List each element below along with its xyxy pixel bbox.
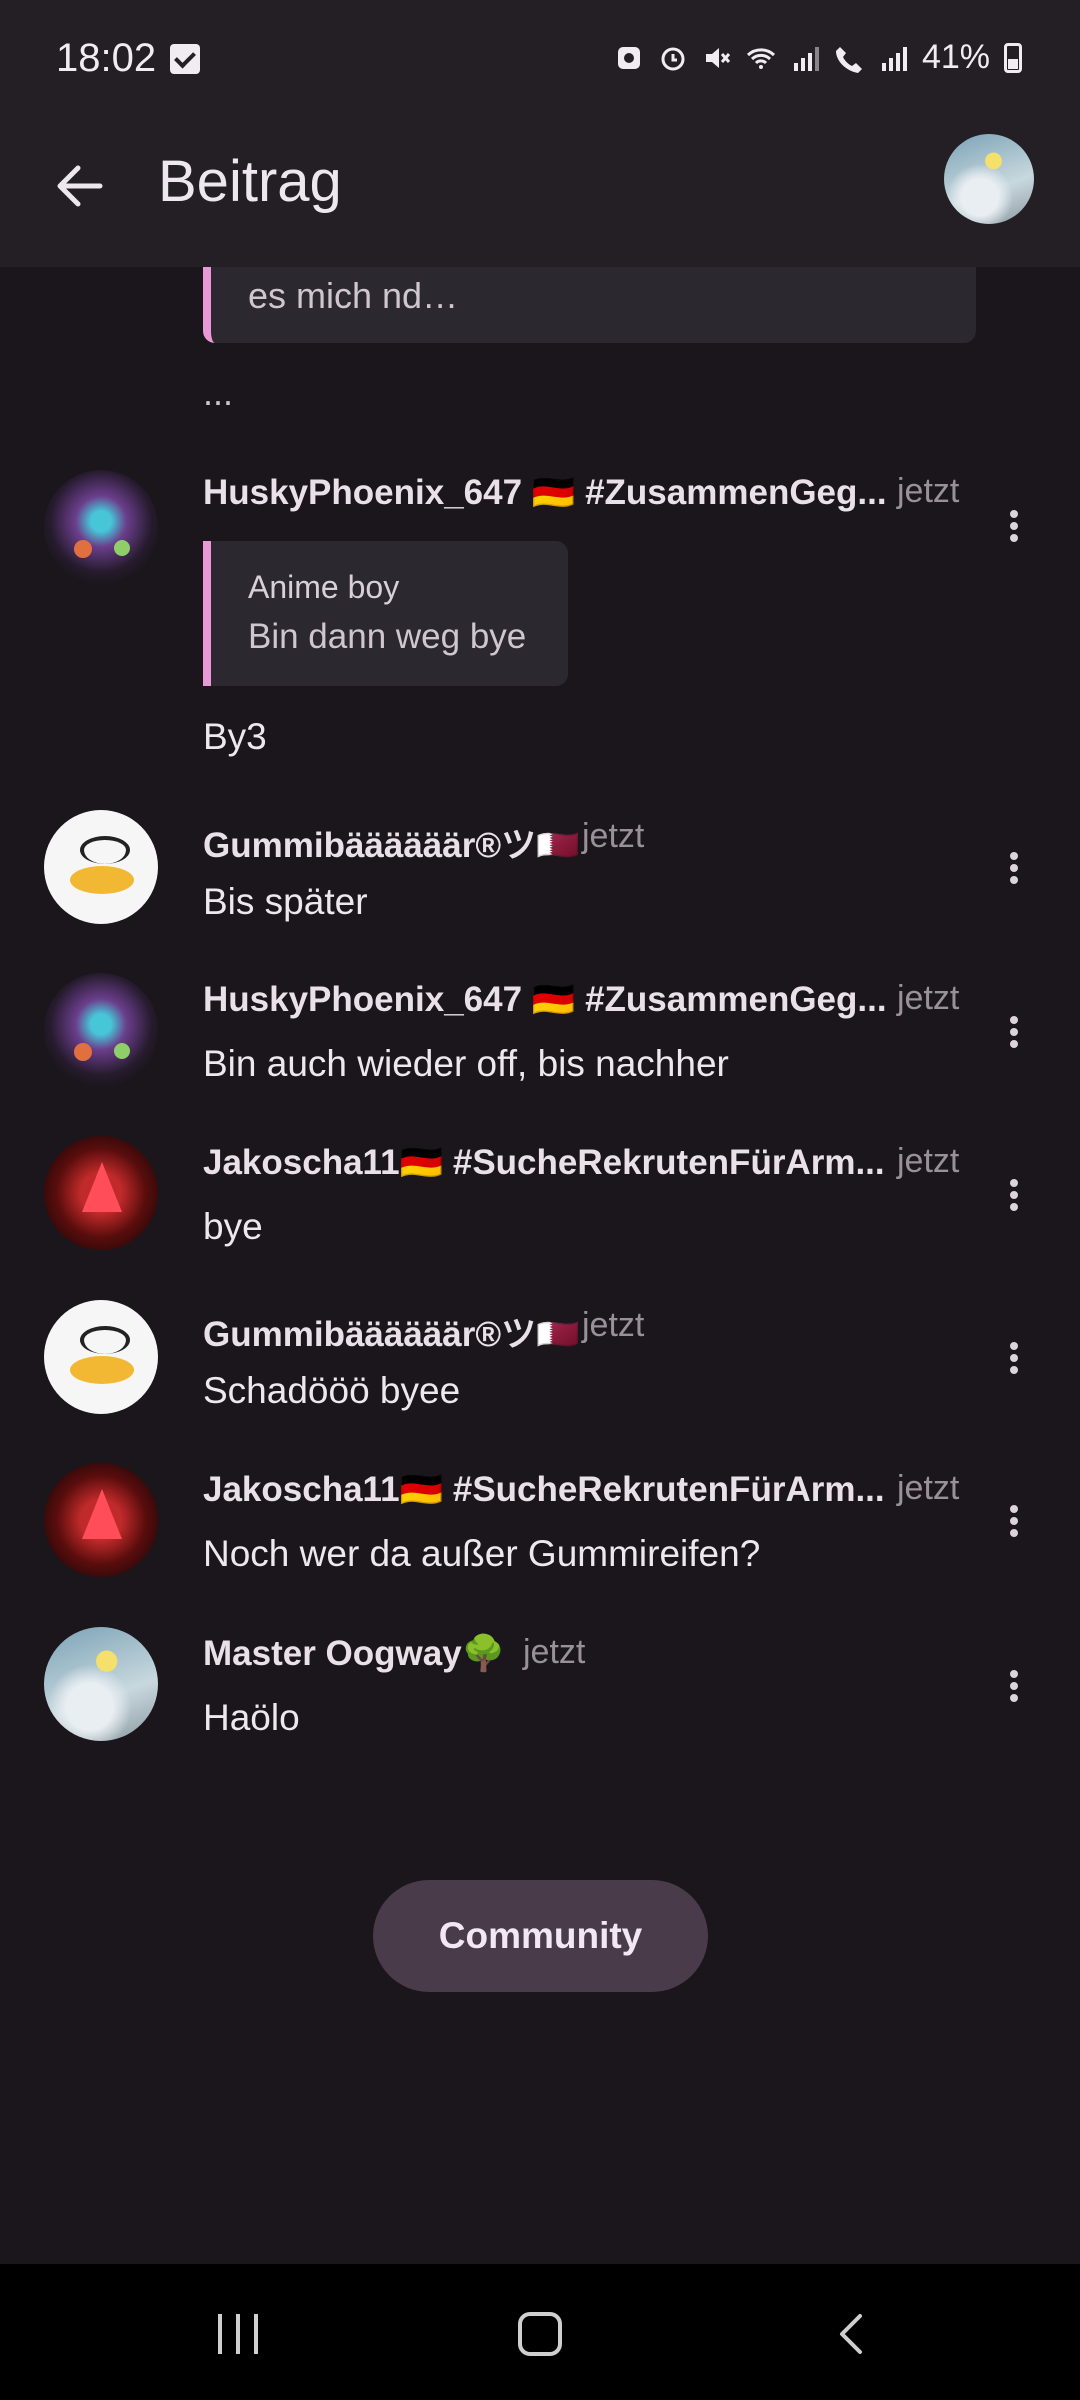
- more-vert-icon[interactable]: [996, 1002, 1032, 1062]
- user-avatar[interactable]: [44, 973, 158, 1087]
- message-text: Schadööö byee: [203, 1370, 461, 1411]
- system-nav-bar: [0, 2264, 1080, 2400]
- mute-icon: [705, 47, 731, 68]
- message-time: jetzt: [582, 1306, 645, 1344]
- message-time: jetzt: [897, 1142, 960, 1180]
- recents-icon[interactable]: [218, 2314, 260, 2354]
- status-bar: 18:02 41%: [0, 0, 1080, 122]
- page-title: Beitrag: [158, 149, 342, 214]
- user-avatar[interactable]: [44, 1463, 158, 1577]
- chevron-left-icon[interactable]: [830, 2312, 874, 2356]
- message-text: bye: [203, 1206, 263, 1247]
- more-vert-icon[interactable]: [996, 496, 1032, 556]
- user-avatar[interactable]: [44, 1300, 158, 1414]
- username[interactable]: Gummibäääääär®ツ🇶🇦: [203, 1306, 580, 1357]
- message-time: jetzt: [897, 1469, 960, 1507]
- message-time: jetzt: [897, 472, 960, 510]
- message-text: By3: [203, 716, 267, 757]
- user-avatar[interactable]: [44, 470, 158, 584]
- reply-text: Bin dann weg bye: [248, 617, 527, 656]
- username[interactable]: Gummibäääääär®ツ🇶🇦: [203, 817, 580, 868]
- alarm-icon: [661, 47, 685, 70]
- battery-icon: [1004, 42, 1022, 73]
- username[interactable]: HuskyPhoenix_647 🇩🇪 #ZusammenGeg...: [203, 979, 887, 1020]
- more-vert-icon[interactable]: [996, 1328, 1032, 1388]
- more-vert-icon[interactable]: [996, 1165, 1032, 1225]
- message-text: Bin auch wieder off, bis nachher: [203, 1043, 729, 1084]
- message-time: jetzt: [897, 979, 960, 1017]
- signal2-icon: [881, 46, 907, 71]
- arrow-left-icon[interactable]: [50, 156, 110, 216]
- more-vert-icon[interactable]: [996, 1491, 1032, 1551]
- username[interactable]: Jakoscha11🇩🇪 #SucheRekrutenFürArm...: [203, 1142, 885, 1183]
- username[interactable]: Jakoscha11🇩🇪 #SucheRekrutenFürArm...: [203, 1469, 885, 1510]
- more-vert-icon[interactable]: [996, 1656, 1032, 1716]
- wifi-call-icon: [835, 46, 862, 73]
- message-time: jetzt: [523, 1633, 586, 1671]
- recycle-icon: [617, 46, 640, 69]
- user-avatar[interactable]: [44, 1627, 158, 1741]
- community-button[interactable]: Community: [373, 1880, 708, 1992]
- signal-icon: [793, 46, 819, 71]
- reply-quote[interactable]: Anime boy Bin dann weg bye: [203, 541, 568, 686]
- battery-percent: 41%: [921, 38, 990, 76]
- status-icons: 41%: [614, 38, 1022, 77]
- status-time: 18:02: [56, 36, 157, 80]
- quoted-message[interactable]: es mich nd…: [203, 267, 976, 343]
- app-bar: Beitrag: [0, 122, 1080, 267]
- home-icon[interactable]: [518, 2312, 562, 2356]
- message-text: Haölo: [203, 1697, 300, 1738]
- username[interactable]: HuskyPhoenix_647 🇩🇪 #ZusammenGeg...: [203, 472, 887, 513]
- quoted-text: es mich nd…: [248, 275, 459, 316]
- profile-avatar[interactable]: [944, 134, 1034, 224]
- user-avatar[interactable]: [44, 810, 158, 924]
- message-text: Bis später: [203, 881, 368, 922]
- message-time: jetzt: [582, 817, 645, 855]
- message-text: Noch wer da außer Gummireifen?: [203, 1533, 761, 1574]
- user-avatar[interactable]: [44, 1136, 158, 1250]
- reply-author: Anime boy: [248, 569, 400, 605]
- username[interactable]: Master Oogway🌳: [203, 1633, 505, 1674]
- check-notification-icon: [170, 44, 200, 74]
- more-vert-icon[interactable]: [996, 838, 1032, 898]
- message-text: ...: [203, 372, 234, 413]
- wifi-icon: [746, 47, 775, 69]
